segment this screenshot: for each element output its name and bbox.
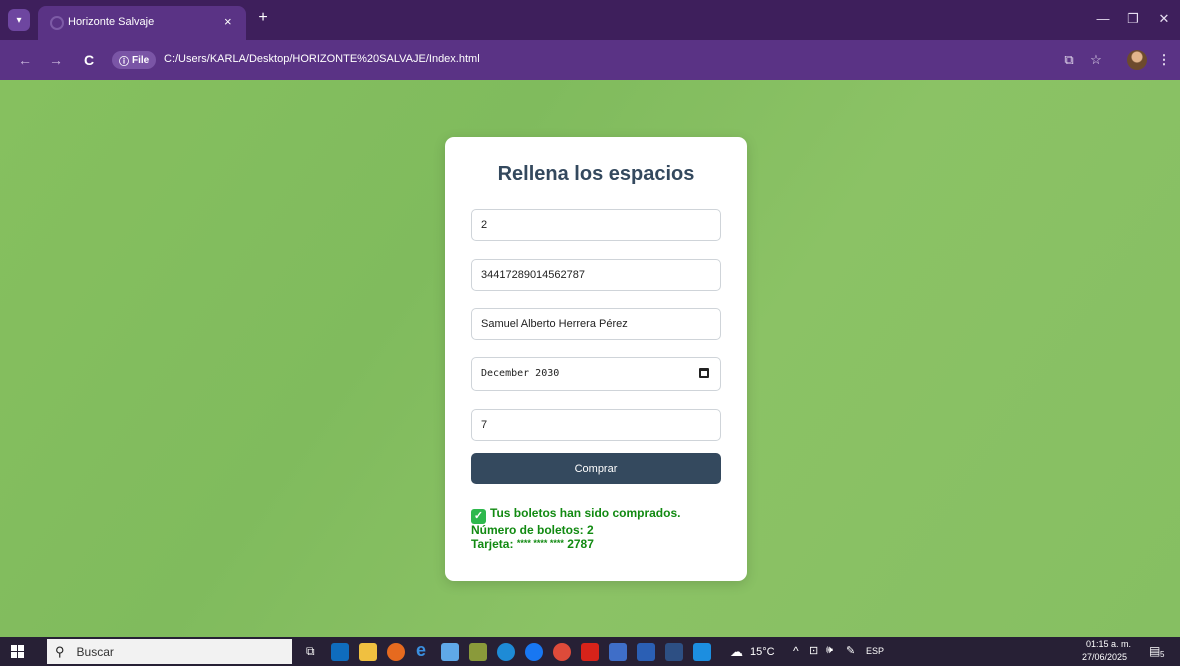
chevron-up-icon[interactable]: ^	[793, 644, 799, 658]
translate-icon[interactable]: ⧉	[1060, 52, 1078, 68]
tickets-input[interactable]: 2	[471, 209, 721, 241]
more-menu-icon[interactable]: ⋮	[1155, 52, 1173, 68]
task-view-icon[interactable]: ⧉	[306, 644, 315, 659]
card-number-input[interactable]: 34417289014562787	[471, 259, 721, 291]
edge-icon[interactable]	[497, 643, 515, 661]
restore-icon[interactable]: ❐	[1123, 11, 1143, 27]
toolbar: ← → C ⓘ File C:/Users/KARLA/Desktop/HORI…	[0, 40, 1180, 80]
close-icon[interactable]: ✕	[1154, 11, 1174, 27]
vscode-icon[interactable]	[693, 643, 711, 661]
word-icon[interactable]	[637, 643, 655, 661]
expiry-month-input[interactable]: December 2030	[471, 357, 721, 391]
forward-icon[interactable]: →	[47, 52, 65, 68]
outlook-icon[interactable]	[331, 643, 349, 661]
facebook-icon[interactable]	[525, 643, 543, 661]
check-icon: ✓	[471, 509, 486, 524]
confirmation-line: ✓ Tus boletos han sido comprados.	[471, 507, 731, 524]
weather-icon[interactable]: ☁	[730, 644, 743, 660]
firefox-icon[interactable]	[387, 643, 405, 661]
calendar-icon[interactable]	[699, 368, 709, 378]
profile-avatar[interactable]	[1127, 50, 1147, 70]
windows-start-icon[interactable]	[11, 645, 24, 658]
volume-icon[interactable]: 🕪	[826, 644, 833, 657]
expiry-value: December 2030	[481, 368, 560, 379]
search-icon: ⚲	[55, 643, 65, 659]
notification-count: 5	[1160, 650, 1165, 659]
site-chip-label: File	[132, 54, 150, 66]
ticket-count-text: Número de boletos: 2	[471, 523, 594, 537]
tab-menu-icon[interactable]: ▾	[8, 9, 30, 31]
clock-time[interactable]: 01:15 a. m.	[1086, 639, 1131, 649]
reload-icon[interactable]: C	[80, 52, 98, 68]
card-mask: **** **** ****	[516, 538, 564, 548]
network-icon[interactable]: ⊡	[809, 644, 818, 657]
notification-icon[interactable]: ▤	[1149, 644, 1160, 658]
card-label: Tarjeta:	[471, 537, 514, 551]
tab-strip: ▾ Horizonte Salvaje × + — ❐ ✕	[0, 0, 1180, 40]
cvv-input[interactable]: 7	[471, 409, 721, 441]
card-masked-line: Tarjeta: **** **** **** 2787	[471, 537, 731, 551]
new-tab-button[interactable]: +	[253, 9, 273, 27]
star-icon[interactable]: ☆	[1087, 52, 1105, 68]
tab-title: Horizonte Salvaje	[68, 16, 155, 28]
url-text: C:/Users/KARLA/Desktop/HORIZONTE%20SALVA…	[164, 53, 480, 65]
internet-explorer-icon[interactable]: e	[416, 640, 426, 661]
minimize-icon[interactable]: —	[1093, 11, 1113, 26]
form-title: Rellena los espacios	[497, 163, 695, 185]
back-icon[interactable]: ←	[16, 52, 34, 68]
site-info-chip[interactable]: ⓘ File	[112, 51, 157, 69]
address-bar[interactable]: ⓘ File C:/Users/KARLA/Desktop/HORIZONTE%…	[112, 48, 1102, 72]
tab-close-icon[interactable]: ×	[224, 14, 232, 29]
purchase-confirmation: ✓ Tus boletos han sido comprados. Número …	[471, 507, 731, 551]
weather-temperature[interactable]: 15°C	[750, 646, 775, 658]
purchase-form-card: Rellena los espacios 2 34417289014562787…	[445, 137, 747, 581]
file-explorer-icon[interactable]	[359, 643, 377, 661]
info-icon: ⓘ	[119, 56, 129, 68]
acrobat-icon[interactable]	[581, 643, 599, 661]
page-background: Rellena los espacios 2 34417289014562787…	[0, 80, 1180, 637]
clock-date[interactable]: 27/06/2025	[1082, 652, 1127, 662]
chrome-icon[interactable]	[553, 643, 571, 661]
tab-favicon-icon	[50, 16, 64, 30]
card-last4: 2787	[567, 537, 594, 551]
pen-icon[interactable]: ✎	[846, 644, 855, 657]
photos-app-icon[interactable]	[609, 643, 627, 661]
confirmation-text: Tus boletos han sido comprados.	[490, 506, 681, 520]
app-icon[interactable]	[665, 643, 683, 661]
search-placeholder: Buscar	[76, 644, 114, 659]
paint-app-icon[interactable]	[441, 643, 459, 661]
taskbar-search[interactable]: ⚲ Buscar	[47, 639, 292, 664]
language-indicator[interactable]: ESP	[866, 646, 884, 656]
taskbar: ⚲ Buscar ⧉ e ☁ 15°C ^ ⊡ 🕪 ✎ ESP 01:15 a.…	[0, 637, 1180, 666]
calculator-icon[interactable]	[469, 643, 487, 661]
cardholder-name-input[interactable]: Samuel Alberto Herrera Pérez	[471, 308, 721, 340]
buy-button[interactable]: Comprar	[471, 453, 721, 484]
tab-active[interactable]: Horizonte Salvaje ×	[38, 6, 246, 40]
